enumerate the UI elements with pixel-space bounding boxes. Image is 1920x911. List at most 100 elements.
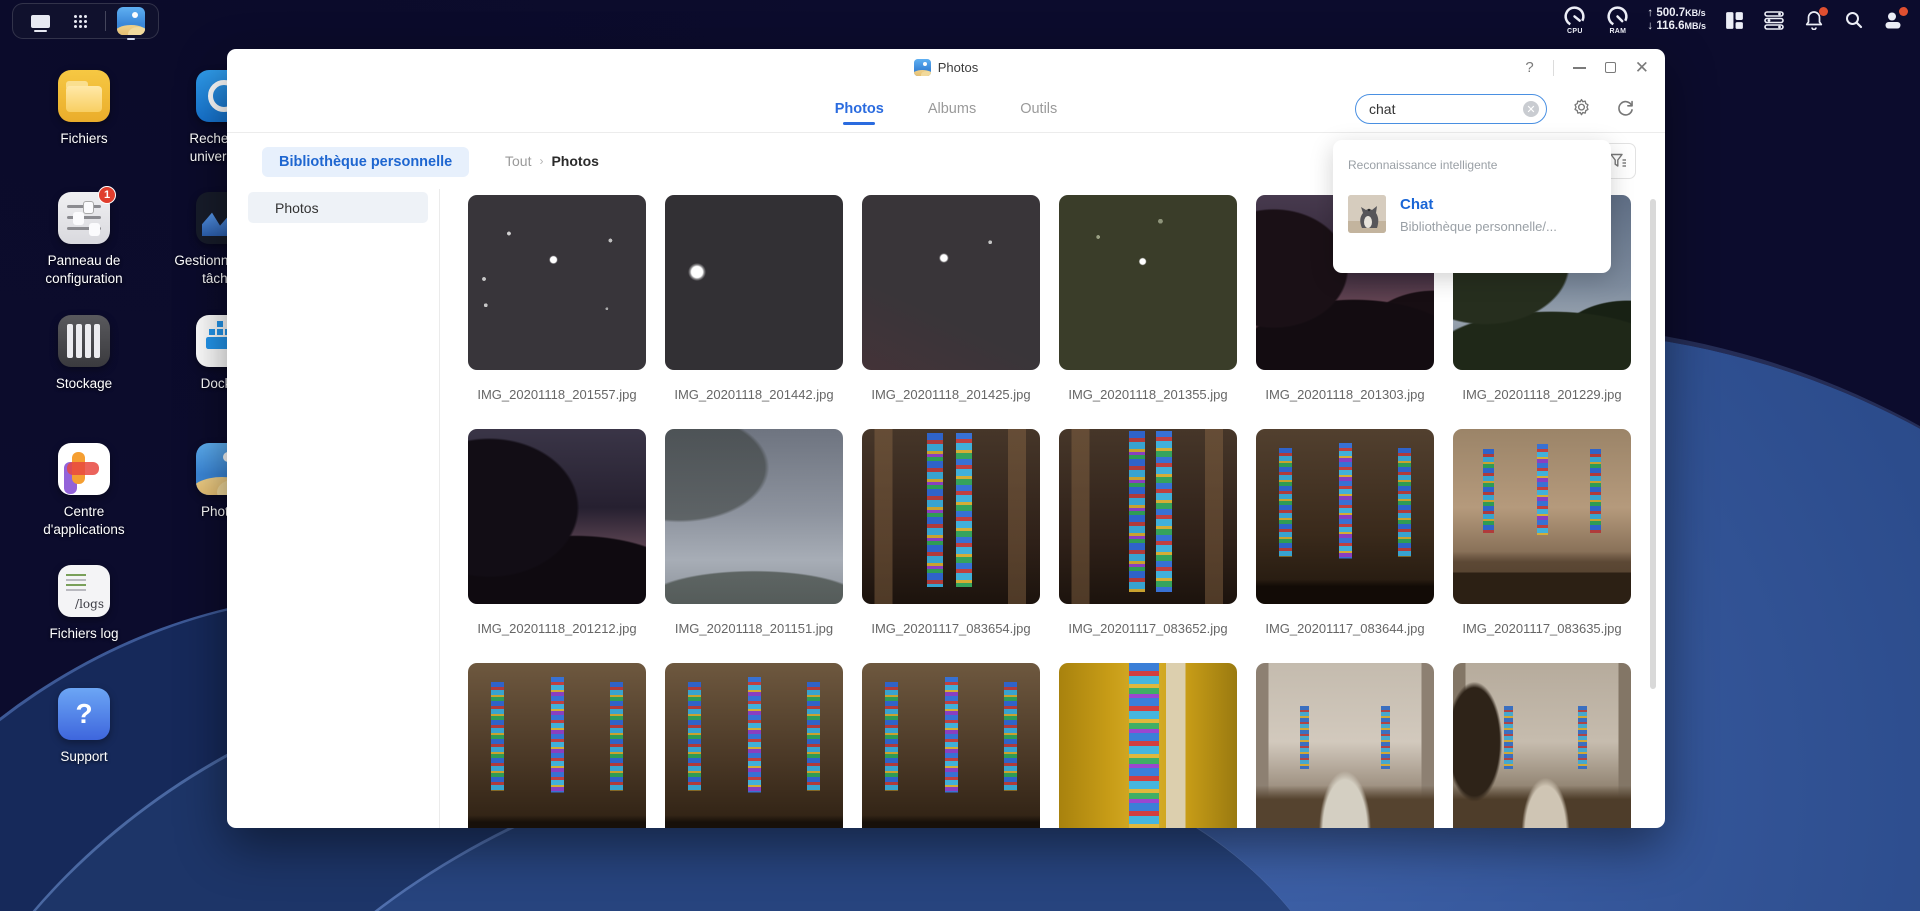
photo-filename: IMG_20201118_201425.jpg xyxy=(862,387,1040,402)
photo-thumbnail[interactable] xyxy=(468,663,646,828)
window-controls: ? ✕ xyxy=(1525,49,1649,86)
photo-filename: IMG_20201117_083644.jpg xyxy=(1256,621,1434,636)
main-menu-button[interactable] xyxy=(65,6,95,36)
taskbar-separator xyxy=(105,11,106,31)
photo-thumbnail[interactable] xyxy=(1256,429,1434,604)
settings-gear-icon[interactable] xyxy=(1572,98,1591,121)
photo-cell: IMG_20201118_201557.jpg xyxy=(468,195,646,429)
photo-filename: IMG_20201118_201557.jpg xyxy=(468,387,646,402)
photo-thumbnail[interactable] xyxy=(665,663,843,828)
desktop-icon-centre-applications[interactable]: Centre d'applications xyxy=(24,443,144,539)
library-selector-button[interactable]: Bibliothèque personnelle xyxy=(262,147,469,177)
photo-filename: IMG_20201117_083654.jpg xyxy=(862,621,1040,636)
suggestion-item-chat[interactable]: Chat Bibliothèque personnelle/... xyxy=(1333,186,1611,252)
desktop-icon-panneau-de-configuration[interactable]: 1 Panneau de configuration xyxy=(24,192,144,288)
photos-window: Photos ? ✕ Photos Albums Outils ✕ xyxy=(227,49,1665,828)
show-desktop-button[interactable] xyxy=(25,6,55,36)
photo-cell: IMG_20201117_083654.jpg xyxy=(862,429,1040,663)
sidebar-item-photos[interactable]: Photos xyxy=(248,192,428,223)
app-center-icon xyxy=(58,443,110,495)
breadcrumb-root[interactable]: Tout xyxy=(505,153,531,169)
tasks-queue-button[interactable] xyxy=(1762,8,1786,32)
sidebar: Photos xyxy=(227,189,440,828)
photo-filename: IMG_20201118_201442.jpg xyxy=(665,387,843,402)
minimize-button[interactable] xyxy=(1573,67,1586,69)
taskbar-left-group xyxy=(12,3,159,39)
photo-thumbnail[interactable] xyxy=(1059,195,1237,370)
notifications-button[interactable] xyxy=(1802,8,1826,32)
widgets-button[interactable] xyxy=(1722,8,1746,32)
photo-thumbnail[interactable] xyxy=(665,195,843,370)
maximize-button[interactable] xyxy=(1605,62,1616,73)
photo-thumbnail[interactable] xyxy=(1059,429,1237,604)
user-menu-button[interactable] xyxy=(1882,8,1906,32)
suggestion-subtitle: Bibliothèque personnelle/... xyxy=(1400,219,1557,234)
photo-thumbnail[interactable] xyxy=(1256,663,1434,828)
storage-icon xyxy=(58,315,110,367)
photo-filename: IMG_20201118_201229.jpg xyxy=(1453,387,1631,402)
photo-thumbnail[interactable] xyxy=(862,429,1040,604)
controls-divider xyxy=(1553,60,1554,76)
search-zone: ✕ xyxy=(1355,86,1635,132)
photo-thumbnail[interactable] xyxy=(1453,663,1631,828)
suggestion-title: Chat xyxy=(1400,196,1433,213)
desktop-icon-label: Panneau de configuration xyxy=(24,252,144,288)
download-unit: MB/s xyxy=(1684,21,1706,31)
photo-cell: IMG_20201118_201442.jpg xyxy=(665,195,843,429)
desktop-icon-fichiers[interactable]: Fichiers xyxy=(24,70,144,148)
tab-albums[interactable]: Albums xyxy=(926,86,978,132)
clear-search-icon[interactable]: ✕ xyxy=(1523,101,1539,117)
close-button[interactable]: ✕ xyxy=(1635,59,1649,76)
vertical-scrollbar[interactable] xyxy=(1650,199,1656,689)
desktop-icon-label: Fichiers xyxy=(24,130,144,148)
app-header: Photos Albums Outils ✕ xyxy=(227,86,1665,133)
refresh-icon[interactable] xyxy=(1616,98,1635,121)
tab-outils[interactable]: Outils xyxy=(1018,86,1059,132)
network-speed[interactable]: ↑ 500.7KB/s ↓ 116.6MB/s xyxy=(1647,7,1706,33)
taskbar: CPU RAM ↑ 500.7KB/s ↓ 116.6MB/s xyxy=(0,0,1920,40)
upload-value: 500.7 xyxy=(1656,7,1685,19)
photo-filename: IMG_20201117_083635.jpg xyxy=(1453,621,1631,636)
window-title-icon xyxy=(914,59,931,76)
system-tray: CPU RAM ↑ 500.7KB/s ↓ 116.6MB/s xyxy=(1561,0,1906,40)
photo-thumbnail[interactable] xyxy=(862,195,1040,370)
search-suggestions-dropdown: Reconnaissance intelligente Chat Bibliot… xyxy=(1333,140,1611,273)
photo-thumbnail[interactable] xyxy=(1059,663,1237,828)
window-titlebar[interactable]: Photos ? ✕ xyxy=(227,49,1665,86)
photo-thumbnail[interactable] xyxy=(468,429,646,604)
desktop-icon-support[interactable]: Support xyxy=(24,688,144,766)
help-button[interactable]: ? xyxy=(1525,59,1533,76)
cpu-monitor[interactable]: CPU xyxy=(1561,5,1588,35)
photos-app-icon xyxy=(117,7,145,35)
app-grid-icon xyxy=(73,14,88,29)
taskbar-photos-app[interactable] xyxy=(116,6,146,36)
photo-grid: IMG_20201118_201557.jpg IMG_20201118_201… xyxy=(468,195,1631,828)
tab-photos[interactable]: Photos xyxy=(833,86,886,132)
control-panel-icon: 1 xyxy=(58,192,110,244)
photo-thumbnail[interactable] xyxy=(665,429,843,604)
photo-filename: IMG_20201118_201212.jpg xyxy=(468,621,646,636)
ram-monitor[interactable]: RAM xyxy=(1604,5,1631,35)
desktop-icon-label: Fichiers log xyxy=(24,625,144,643)
photo-cell: IMG_20201118_201425.jpg xyxy=(862,195,1040,429)
upload-arrow: ↑ xyxy=(1647,7,1653,19)
log-files-icon xyxy=(58,565,110,617)
breadcrumb-current: Photos xyxy=(551,153,598,169)
desktop-icon-stockage[interactable]: Stockage xyxy=(24,315,144,393)
photo-thumbnail[interactable] xyxy=(468,195,646,370)
desktop-icon-fichiers-log[interactable]: Fichiers log xyxy=(24,565,144,643)
photo-thumbnail[interactable] xyxy=(862,663,1040,828)
photo-filename: IMG_20201118_201303.jpg xyxy=(1256,387,1434,402)
photo-filename: IMG_20201117_083652.jpg xyxy=(1059,621,1237,636)
photo-cell xyxy=(1453,663,1631,828)
search-button[interactable] xyxy=(1842,8,1866,32)
photo-thumbnail[interactable] xyxy=(1453,429,1631,604)
search-input[interactable] xyxy=(1355,94,1547,124)
desktop-icon-label: Stockage xyxy=(24,375,144,393)
folder-icon xyxy=(58,70,110,122)
window-title: Photos xyxy=(938,60,978,75)
notification-badge-dot xyxy=(1819,7,1828,16)
breadcrumb-chevron-icon: › xyxy=(539,154,543,168)
running-indicator xyxy=(127,38,135,40)
download-value: 116.6 xyxy=(1656,20,1684,32)
